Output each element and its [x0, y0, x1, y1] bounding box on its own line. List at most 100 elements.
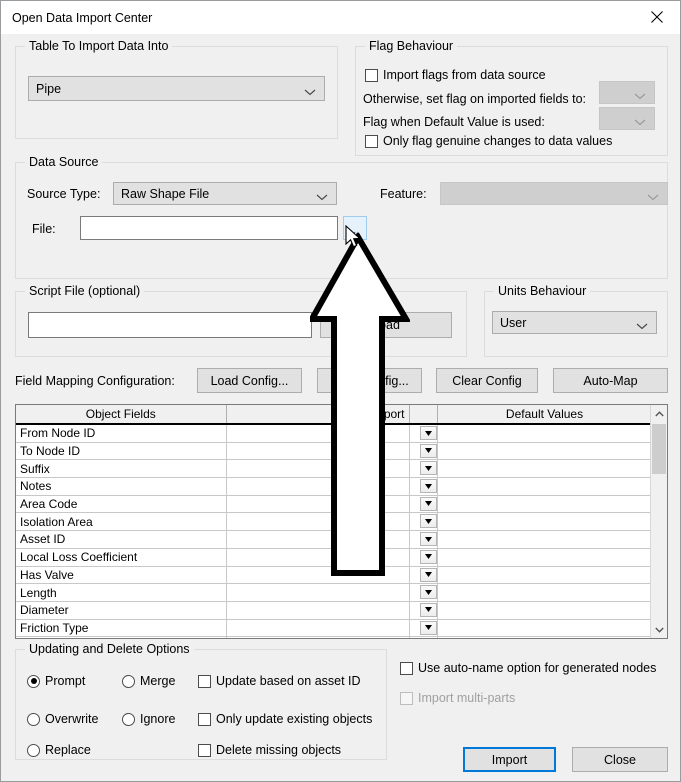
cell-import-field[interactable]: [226, 636, 410, 638]
cell-default-value[interactable]: [437, 601, 653, 620]
table-row[interactable]: Asset ID: [16, 530, 653, 549]
cell-import-field[interactable]: [226, 566, 410, 585]
table-row[interactable]: Diameter: [16, 601, 653, 620]
row-dropdown-button[interactable]: [419, 602, 436, 617]
radio-ignore[interactable]: Ignore: [122, 712, 175, 726]
row-dropdown-button[interactable]: [419, 567, 436, 582]
row-dropdown-button[interactable]: [419, 514, 436, 529]
cell-dropdown[interactable]: [409, 495, 438, 514]
cell-import-field[interactable]: [226, 619, 410, 638]
header-object-fields[interactable]: Object Fields: [16, 405, 227, 425]
header-default-values[interactable]: Default Values: [437, 405, 653, 425]
radio-prompt[interactable]: Prompt: [27, 674, 85, 688]
cell-default-value[interactable]: [437, 512, 653, 532]
table-row[interactable]: Length: [16, 583, 653, 602]
row-dropdown-button[interactable]: [420, 638, 437, 639]
cell-import-field[interactable]: [226, 424, 410, 443]
scrollbar-thumb[interactable]: [652, 424, 666, 474]
table-row[interactable]: Friction Type: [16, 619, 653, 638]
file-browse-button[interactable]: ...: [343, 216, 367, 240]
row-dropdown-button[interactable]: [419, 620, 436, 635]
cell-dropdown[interactable]: [409, 566, 438, 585]
otherwise-flag-select[interactable]: [599, 81, 655, 104]
cell-dropdown[interactable]: [409, 442, 438, 461]
cell-import-field[interactable]: [226, 583, 410, 602]
table-to-import-select[interactable]: Pipe: [28, 76, 325, 101]
row-dropdown-button[interactable]: [419, 496, 436, 511]
cell-default-value[interactable]: [437, 442, 653, 461]
cell-import-field[interactable]: [226, 530, 410, 549]
source-type-select[interactable]: Raw Shape File: [113, 182, 337, 205]
cell-default-value[interactable]: [437, 495, 653, 514]
table-row[interactable]: CW k: [16, 636, 653, 639]
cell-dropdown[interactable]: [409, 530, 438, 549]
close-window-button[interactable]: [634, 1, 680, 33]
clear-config-button[interactable]: Clear Config: [436, 368, 538, 393]
cell-default-value[interactable]: [437, 459, 653, 479]
cell-dropdown[interactable]: [409, 601, 438, 620]
file-path-input[interactable]: [80, 216, 338, 240]
cell-default-value[interactable]: [437, 619, 653, 638]
units-behaviour-select[interactable]: User: [492, 311, 657, 334]
script-file-load-button[interactable]: Load: [320, 312, 452, 338]
cell-import-field[interactable]: [226, 442, 410, 461]
cell-import-field[interactable]: [226, 477, 410, 496]
cell-default-value[interactable]: [437, 530, 653, 549]
checkbox-update-based-on-asset-id[interactable]: Update based on asset ID: [198, 674, 361, 688]
cell-dropdown[interactable]: [409, 583, 438, 602]
row-dropdown-button[interactable]: [419, 479, 436, 494]
row-dropdown-button[interactable]: [419, 532, 436, 547]
scroll-down-arrow-icon[interactable]: [651, 621, 667, 638]
cell-import-field[interactable]: [226, 548, 410, 567]
table-row[interactable]: Notes: [16, 477, 653, 496]
row-dropdown-button[interactable]: [419, 443, 436, 458]
script-file-input[interactable]: [28, 312, 312, 338]
import-flags-checkbox[interactable]: Import flags from data source: [365, 68, 546, 82]
auto-map-button[interactable]: Auto-Map: [553, 368, 668, 393]
cell-dropdown[interactable]: [409, 619, 438, 638]
cell-dropdown[interactable]: [409, 636, 438, 639]
radio-overwrite[interactable]: Overwrite: [27, 712, 98, 726]
table-row[interactable]: To Node ID: [16, 442, 653, 461]
table-row[interactable]: From Node ID: [16, 424, 653, 443]
row-dropdown-button[interactable]: [419, 549, 436, 564]
table-vertical-scrollbar[interactable]: [650, 405, 667, 638]
save-config-button[interactable]: Save Config...: [317, 368, 422, 393]
default-value-flag-select[interactable]: [599, 107, 655, 130]
close-button[interactable]: Close: [572, 747, 668, 772]
cell-default-value[interactable]: [437, 548, 653, 567]
field-mapping-table[interactable]: Object Fields Import Default Values From…: [15, 404, 668, 639]
checkbox-delete-missing[interactable]: Delete missing objects: [198, 743, 341, 757]
cell-default-value[interactable]: [437, 583, 653, 602]
table-row[interactable]: Has Valve: [16, 566, 653, 585]
scroll-up-arrow-icon[interactable]: [651, 405, 667, 422]
table-row[interactable]: Isolation Area: [16, 512, 653, 532]
cell-import-field[interactable]: [226, 601, 410, 620]
radio-replace[interactable]: Replace: [27, 743, 91, 757]
cell-default-value[interactable]: [437, 477, 653, 496]
cell-dropdown[interactable]: [409, 424, 438, 443]
table-row[interactable]: Area Code: [16, 495, 653, 514]
checkbox-only-update-existing[interactable]: Only update existing objects: [198, 712, 372, 726]
import-button[interactable]: Import: [463, 747, 556, 772]
load-config-button[interactable]: Load Config...: [197, 368, 302, 393]
cell-default-value[interactable]: [437, 636, 653, 638]
table-row[interactable]: Local Loss Coefficient: [16, 548, 653, 567]
radio-merge[interactable]: Merge: [122, 674, 175, 688]
cell-dropdown[interactable]: [409, 477, 438, 496]
row-dropdown-button[interactable]: [419, 585, 436, 600]
cell-import-field[interactable]: [226, 495, 410, 514]
row-dropdown-button[interactable]: [419, 426, 436, 440]
feature-select[interactable]: [440, 182, 668, 205]
row-dropdown-button[interactable]: [419, 461, 436, 476]
cell-dropdown[interactable]: [409, 459, 438, 479]
header-import[interactable]: Import: [226, 405, 410, 425]
cell-dropdown[interactable]: [409, 548, 438, 567]
checkbox-use-auto-name[interactable]: Use auto-name option for generated nodes: [400, 661, 656, 675]
cell-default-value[interactable]: [437, 424, 653, 443]
only-flag-genuine-checkbox[interactable]: Only flag genuine changes to data values: [365, 134, 612, 148]
cell-dropdown[interactable]: [409, 512, 438, 532]
cell-import-field[interactable]: [226, 512, 410, 532]
table-row[interactable]: Suffix: [16, 459, 653, 479]
cell-default-value[interactable]: [437, 566, 653, 585]
